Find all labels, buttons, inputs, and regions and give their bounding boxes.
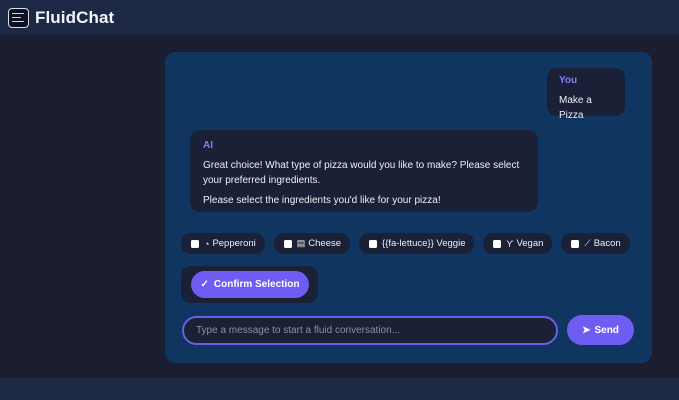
option-label: Bacon	[593, 238, 621, 249]
seedling-icon: ϒ	[506, 238, 514, 249]
option-label: Vegan	[516, 238, 544, 249]
bacon-icon: ⟋	[584, 238, 591, 248]
top-bar: FluidChat	[0, 0, 679, 35]
message-sender: You	[559, 75, 578, 86]
ai-message: AI Great choice! What type of pizza woul…	[190, 130, 538, 212]
option-label: Pepperoni	[212, 238, 256, 249]
chat-screen-icon	[8, 7, 29, 28]
checkbox[interactable]	[283, 239, 292, 248]
send-button[interactable]: ➤ Send	[567, 315, 634, 345]
app-brand: FluidChat	[35, 7, 115, 27]
message-input[interactable]	[182, 316, 558, 345]
message-text: Make a Pizza	[559, 95, 592, 121]
paper-plane-icon: ➤	[582, 324, 591, 336]
message-text: Please select the ingredients you'd like…	[203, 195, 441, 206]
bottom-bar	[0, 378, 679, 400]
option-vegan[interactable]: ϒ Vegan	[483, 233, 553, 254]
option-pepperoni[interactable]: ◔ Pepperoni	[181, 233, 265, 254]
chat-panel: You Make a Pizza AI Great choice! What t…	[165, 52, 652, 363]
button-label: Send	[594, 324, 619, 336]
option-label: Cheese	[308, 238, 342, 249]
confirm-selection-button[interactable]: ✓ Confirm Selection	[191, 271, 309, 298]
confirm-container: ✓ Confirm Selection	[181, 266, 318, 303]
option-label: {{fa-lettuce}} Veggie	[382, 238, 466, 249]
option-veggie[interactable]: {{fa-lettuce}} Veggie	[359, 233, 475, 254]
checkbox[interactable]	[493, 239, 502, 248]
pizza-slice-icon: ◔	[204, 238, 210, 249]
option-bacon[interactable]: ⟋ Bacon	[561, 233, 630, 254]
option-cheese[interactable]: ▤ Cheese	[273, 233, 351, 254]
checkbox[interactable]	[369, 239, 378, 248]
button-label: Confirm Selection	[213, 279, 300, 290]
message-sender: AI	[203, 140, 213, 151]
check-icon: ✓	[200, 279, 209, 290]
cheese-icon: ▤	[296, 238, 306, 248]
ingredient-options: ◔ Pepperoni ▤ Cheese {{fa-lettuce}} Vegg…	[181, 233, 630, 254]
user-message: You Make a Pizza	[547, 68, 625, 121]
message-text: Great choice! What type of pizza would y…	[203, 160, 520, 186]
checkbox[interactable]	[571, 239, 580, 248]
checkbox[interactable]	[191, 239, 199, 248]
